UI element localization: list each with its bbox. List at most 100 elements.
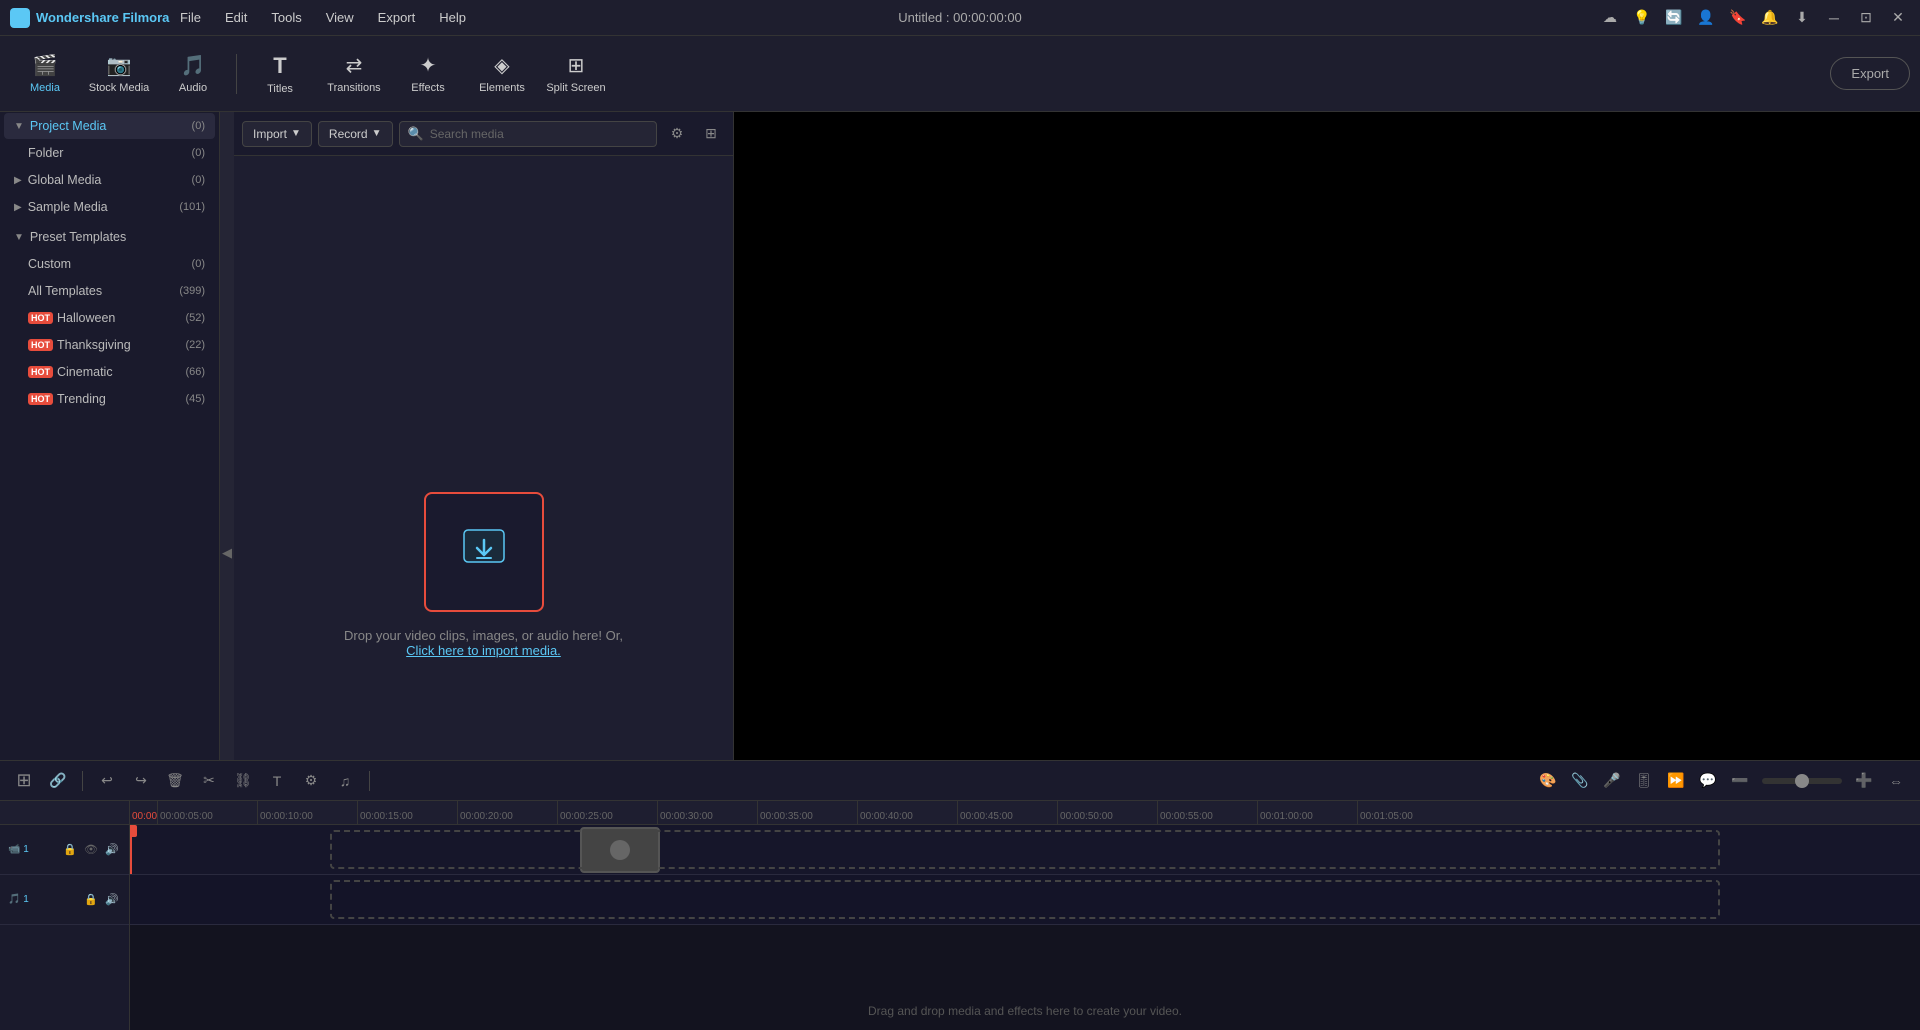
ruler-mark-12: 00:01:05:00	[1357, 801, 1457, 825]
menu-view[interactable]: View	[316, 6, 364, 29]
sidebar-count-all-templates: (399)	[179, 285, 205, 297]
redo-button[interactable]: ↪	[127, 767, 155, 795]
hot-badge-thanksgiving: HOT	[28, 339, 53, 351]
sidebar-label-global-media: Global Media	[28, 173, 192, 187]
menu-file[interactable]: File	[170, 6, 211, 29]
tool-elements[interactable]: ◈ Elements	[467, 44, 537, 104]
transitions-icon: ⇄	[346, 53, 363, 78]
sidebar-label-thanksgiving: Thanksgiving	[57, 338, 185, 352]
audio-track-speaker-icon[interactable]: 🔊	[103, 891, 121, 909]
tool-effects-label: Effects	[411, 82, 444, 94]
effects-icon: ✦	[420, 53, 437, 78]
filter-icon[interactable]: ⚙	[663, 120, 691, 148]
tool-media[interactable]: 🎬 Media	[10, 44, 80, 104]
sidebar-count-folder: (0)	[192, 147, 205, 159]
subtitle-icon[interactable]: 💬	[1694, 767, 1722, 795]
refresh-icon[interactable]: 🔄	[1662, 6, 1686, 30]
titles-icon: T	[273, 53, 286, 79]
filter-button[interactable]: ⚙	[297, 767, 325, 795]
sidebar-item-thanksgiving[interactable]: HOT Thanksgiving (22)	[4, 332, 215, 358]
ruler-mark-10: 00:00:55:00	[1157, 801, 1257, 825]
maximize-button[interactable]: ⊡	[1854, 6, 1878, 30]
chevron-down-icon-2: ▼	[14, 232, 24, 243]
track-labels: 📹 1 🔒 👁 🔊 🎵 1 🔒 🔊	[0, 801, 130, 1030]
sidebar-item-sample-media[interactable]: ▶ Sample Media (101)	[4, 194, 215, 220]
download-icon[interactable]: ⬇	[1790, 6, 1814, 30]
track-speaker-icon[interactable]: 🔊	[103, 841, 121, 859]
tool-effects[interactable]: ✦ Effects	[393, 44, 463, 104]
view-toggle-icon[interactable]: ⊞	[697, 120, 725, 148]
collapse-icon[interactable]: ⇔	[1882, 767, 1910, 795]
bookmark-icon[interactable]: 🔖	[1726, 6, 1750, 30]
search-input[interactable]	[430, 127, 648, 141]
sidebar-count-trending: (45)	[185, 393, 205, 405]
sidebar-item-trending[interactable]: HOT Trending (45)	[4, 386, 215, 412]
sidebar-item-custom[interactable]: Custom (0)	[4, 251, 215, 277]
drop-zone-video[interactable]	[330, 830, 1720, 869]
window-controls: ☁ 💡 🔄 👤 🔖 🔔 ⬇ ─ ⊡ ✕	[1598, 6, 1910, 30]
drop-zone-audio[interactable]	[330, 880, 1720, 919]
clip-icon[interactable]: 📎	[1566, 767, 1594, 795]
close-button[interactable]: ✕	[1886, 6, 1910, 30]
sidebar-item-project-media[interactable]: ▼ Project Media (0)	[4, 113, 215, 139]
drop-text: Drop your video clips, images, or audio …	[344, 628, 623, 658]
cut-button[interactable]: ✂	[195, 767, 223, 795]
speed-icon[interactable]: ⏩	[1662, 767, 1690, 795]
timeline-ruler: 00:00 00:00:05:00 00:00:10:00 00:00:15:0…	[130, 801, 1920, 825]
timeline-tracks[interactable]: 00:00 00:00:05:00 00:00:10:00 00:00:15:0…	[130, 801, 1920, 1030]
menu-export[interactable]: Export	[368, 6, 426, 29]
export-button[interactable]: Export	[1830, 57, 1910, 90]
tool-split-screen[interactable]: ⊞ Split Screen	[541, 44, 611, 104]
ruler-mark-1: 00:00:10:00	[257, 801, 357, 825]
zoom-slider[interactable]	[1762, 778, 1842, 784]
sidebar-item-all-templates[interactable]: All Templates (399)	[4, 278, 215, 304]
audio-button[interactable]: ♫	[331, 767, 359, 795]
lightbulb-icon[interactable]: 💡	[1630, 6, 1654, 30]
bell-icon[interactable]: 🔔	[1758, 6, 1782, 30]
sidebar-label-project-media: Project Media	[30, 119, 192, 133]
ruler-mark-11: 00:01:00:00	[1257, 801, 1357, 825]
audio-track-lock-icon[interactable]: 🔒	[82, 891, 100, 909]
tool-audio[interactable]: 🎵 Audio	[158, 44, 228, 104]
sidebar-item-halloween[interactable]: HOT Halloween (52)	[4, 305, 215, 331]
sidebar-item-preset-templates[interactable]: ▼ Preset Templates	[4, 224, 215, 250]
zoom-out-icon[interactable]: ➖	[1726, 767, 1754, 795]
link-icon[interactable]: 🔗	[44, 767, 72, 795]
import-drop-zone[interactable]	[424, 492, 544, 612]
sidebar-label-sample-media: Sample Media	[28, 200, 180, 214]
mic-icon[interactable]: 🎤	[1598, 767, 1626, 795]
color-grade-icon[interactable]: 🎨	[1534, 767, 1562, 795]
unlink-button[interactable]: ⛓	[229, 767, 257, 795]
import-link[interactable]: Click here to import media.	[406, 643, 561, 658]
record-button[interactable]: Record ▼	[318, 121, 393, 147]
tool-stock-media[interactable]: 📷 Stock Media	[84, 44, 154, 104]
menu-help[interactable]: Help	[429, 6, 476, 29]
menu-edit[interactable]: Edit	[215, 6, 257, 29]
search-icon: 🔍	[408, 126, 424, 142]
menu-tools[interactable]: Tools	[261, 6, 311, 29]
delete-button[interactable]: 🗑	[161, 767, 189, 795]
text-button[interactable]: T	[263, 767, 291, 795]
audio-mix-icon[interactable]: 🎚	[1630, 767, 1658, 795]
window-title: Untitled : 00:00:00:00	[898, 10, 1022, 25]
search-bar[interactable]: 🔍	[399, 121, 657, 147]
minimize-button[interactable]: ─	[1822, 6, 1846, 30]
zoom-in-icon[interactable]: ➕	[1850, 767, 1878, 795]
track-lock-icon[interactable]: 🔒	[61, 841, 79, 859]
audio-track-row	[130, 875, 1920, 925]
sidebar-item-folder[interactable]: Folder (0)	[4, 140, 215, 166]
tool-audio-label: Audio	[179, 82, 207, 94]
sidebar-item-global-media[interactable]: ▶ Global Media (0)	[4, 167, 215, 193]
sidebar-item-cinematic[interactable]: HOT Cinematic (66)	[4, 359, 215, 385]
logo-icon	[10, 8, 30, 28]
profile-icon[interactable]: 👤	[1694, 6, 1718, 30]
add-track-icon[interactable]: ⊞	[10, 767, 38, 795]
import-button[interactable]: Import ▼	[242, 121, 312, 147]
app-name: Wondershare Filmora	[36, 10, 169, 25]
tool-titles[interactable]: T Titles	[245, 44, 315, 104]
undo-button[interactable]: ↩	[93, 767, 121, 795]
track-eye-icon[interactable]: 👁	[82, 841, 100, 859]
cloud-icon[interactable]: ☁	[1598, 6, 1622, 30]
tool-transitions[interactable]: ⇄ Transitions	[319, 44, 389, 104]
tl-divider-1	[82, 771, 83, 791]
